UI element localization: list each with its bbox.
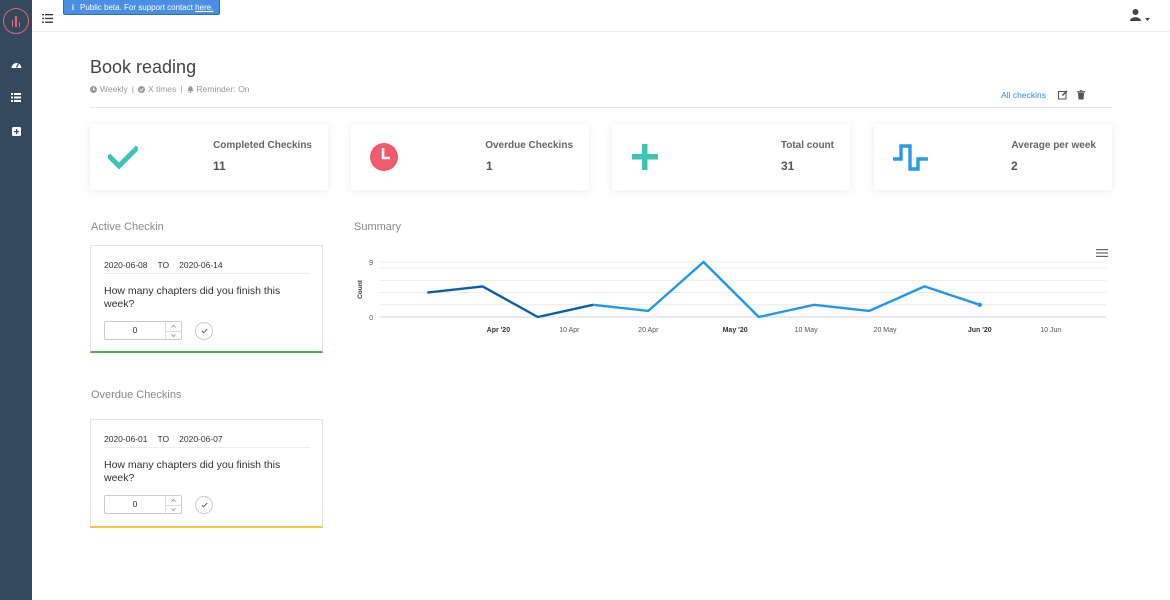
x-tick-label: 10 Apr bbox=[559, 327, 580, 334]
caret-down-icon bbox=[1145, 18, 1150, 21]
range-to-label: TO bbox=[157, 434, 170, 444]
all-checkins-link[interactable]: All checkins bbox=[1001, 90, 1046, 100]
decrement-icon[interactable] bbox=[166, 504, 181, 514]
stat-card-completed: Completed Checkins 11 bbox=[90, 124, 328, 190]
app-logo-icon[interactable] bbox=[3, 8, 29, 34]
data-point bbox=[977, 302, 982, 307]
quantity-input[interactable]: 0 bbox=[105, 322, 165, 339]
x-tick-label: 10 May bbox=[795, 327, 818, 334]
check-icon bbox=[200, 502, 208, 508]
beta-banner: i Public beta. For support contact here. bbox=[63, 0, 221, 15]
support-link[interactable]: here. bbox=[195, 3, 213, 12]
submit-checkin-button[interactable] bbox=[195, 496, 213, 514]
active-checkin-heading: Active Checkin bbox=[91, 221, 164, 233]
x-tick-label: 10 Jun bbox=[1040, 327, 1061, 334]
series-line-segment bbox=[592, 260, 981, 319]
clock-small-icon bbox=[90, 85, 97, 93]
y-axis-label: Count bbox=[357, 279, 364, 299]
increment-icon[interactable] bbox=[166, 322, 181, 331]
stat-value: 2 bbox=[1011, 159, 1018, 173]
range-from: 2020-06-01 bbox=[104, 434, 148, 444]
y-tick-label: 9 bbox=[369, 260, 373, 267]
y-tick-label: 0 bbox=[369, 315, 373, 322]
stepper-arrows bbox=[165, 322, 181, 339]
x-tick-label: 20 Apr bbox=[638, 327, 659, 334]
increment-icon[interactable] bbox=[166, 496, 181, 505]
series-line-segment bbox=[427, 285, 594, 319]
topbar: i Public beta. For support contact here. bbox=[32, 0, 1170, 32]
times-text: X times bbox=[147, 84, 177, 94]
x-tick-label: 20 May bbox=[874, 327, 897, 334]
stat-label: Completed Checkins bbox=[213, 140, 312, 151]
delete-icon[interactable] bbox=[1076, 90, 1086, 100]
user-menu[interactable] bbox=[1130, 9, 1150, 22]
overdue-checkin-panel: 2020-06-01 TO 2020-06-07 How many chapte… bbox=[90, 419, 323, 528]
page-title: Book reading bbox=[90, 57, 197, 77]
stat-value: 11 bbox=[213, 159, 226, 173]
user-icon bbox=[1130, 9, 1141, 21]
x-tick-label: May '20 bbox=[723, 327, 748, 334]
checkmark-icon bbox=[108, 145, 138, 170]
reminder-text: Reminder: On bbox=[196, 84, 250, 94]
range-to-label: TO bbox=[157, 260, 170, 270]
header-divider bbox=[90, 107, 1112, 108]
clock-icon bbox=[370, 143, 398, 171]
quantity-stepper[interactable]: 0 bbox=[104, 495, 182, 514]
stat-value: 1 bbox=[486, 159, 493, 173]
stat-value: 31 bbox=[781, 159, 795, 173]
divider bbox=[103, 273, 310, 274]
bell-small-icon bbox=[187, 85, 193, 93]
meta-separator: | bbox=[131, 84, 134, 94]
active-checkin-panel: 2020-06-08 TO 2020-06-14 How many chapte… bbox=[90, 245, 323, 353]
habit-meta: Weekly | X times | Reminder: On bbox=[90, 84, 249, 94]
pulse-wave-icon bbox=[893, 144, 928, 171]
check-icon bbox=[200, 328, 208, 334]
info-icon: i bbox=[71, 3, 75, 12]
range-from: 2020-06-08 bbox=[104, 260, 148, 270]
dashboard-icon[interactable] bbox=[8, 56, 24, 72]
sidebar bbox=[0, 0, 32, 600]
menu-toggle-icon[interactable] bbox=[42, 10, 54, 23]
add-icon[interactable] bbox=[8, 123, 24, 139]
x-tick-label: Jun '20 bbox=[968, 327, 992, 334]
stat-card-average: Average per week 2 bbox=[874, 124, 1112, 190]
summary-heading: Summary bbox=[354, 221, 402, 233]
stepper-arrows bbox=[165, 496, 181, 513]
divider bbox=[103, 447, 310, 448]
date-range: 2020-06-01 TO 2020-06-07 bbox=[104, 434, 223, 444]
stat-label: Average per week bbox=[1011, 140, 1096, 151]
stat-label: Total count bbox=[780, 140, 834, 151]
header-actions: All checkins bbox=[1001, 90, 1086, 100]
stat-label: Overdue Checkins bbox=[485, 140, 573, 151]
chart-menu-icon[interactable] bbox=[1096, 248, 1108, 258]
date-range: 2020-06-08 TO 2020-06-14 bbox=[104, 260, 223, 270]
submit-checkin-button[interactable] bbox=[195, 322, 213, 340]
overdue-checkins-heading: Overdue Checkins bbox=[91, 389, 182, 401]
summary-chart: 0 9 Count Apr '20 10 Apr 20 Apr May '20 10 May 2… bbox=[352, 245, 1112, 345]
decrement-icon[interactable] bbox=[166, 330, 181, 340]
checkin-question: How many chapters did you finish this we… bbox=[104, 285, 281, 310]
summary-line-chart: 0 9 Count Apr '20 10 Apr 20 Apr May '20 10 May 2… bbox=[357, 260, 1106, 334]
plus-icon bbox=[632, 144, 658, 170]
checkin-question: How many chapters did you finish this we… bbox=[104, 459, 281, 484]
list-icon[interactable] bbox=[8, 89, 24, 105]
edit-icon[interactable] bbox=[1058, 90, 1068, 100]
check-circle-small-icon bbox=[137, 85, 145, 93]
banner-text: Public beta. For support contact bbox=[80, 3, 196, 12]
quantity-stepper[interactable]: 0 bbox=[104, 321, 182, 340]
frequency-text: Weekly bbox=[100, 84, 128, 94]
meta-separator: | bbox=[180, 84, 183, 94]
stat-card-overdue: Overdue Checkins 1 bbox=[351, 124, 589, 190]
range-to: 2020-06-07 bbox=[179, 434, 223, 444]
quantity-input[interactable]: 0 bbox=[105, 496, 165, 513]
stat-card-total: Total count 31 bbox=[612, 124, 850, 190]
x-tick-label: Apr '20 bbox=[487, 327, 511, 334]
range-to: 2020-06-14 bbox=[179, 260, 223, 270]
